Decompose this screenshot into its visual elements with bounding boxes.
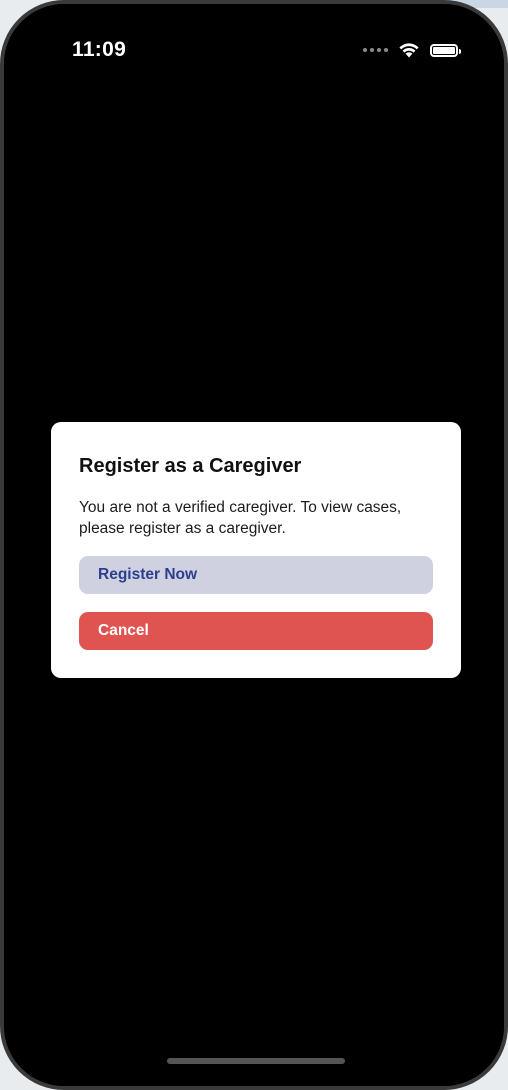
signal-dots-icon [363,48,388,52]
status-icons [363,42,461,58]
wifi-icon [399,43,419,58]
phone-frame: 11:09 Register as a Caregiver You are no… [0,0,508,1090]
cancel-button[interactable]: Cancel [79,612,433,650]
dialog-title: Register as a Caregiver [79,455,302,477]
register-caregiver-dialog: Register as a Caregiver You are not a ve… [51,422,461,678]
app-screen: 11:09 Register as a Caregiver You are no… [4,4,504,1086]
status-bar: 11:09 [4,4,504,94]
register-now-button[interactable]: Register Now [79,556,433,594]
dialog-message: You are not a verified caregiver. To vie… [79,499,402,537]
home-indicator[interactable] [167,1058,345,1064]
status-time: 11:09 [72,38,127,61]
battery-icon [430,43,461,57]
